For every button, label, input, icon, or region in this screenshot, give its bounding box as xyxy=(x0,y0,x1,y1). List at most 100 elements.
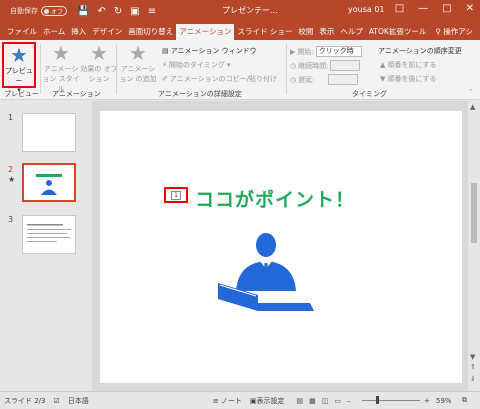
undo-icon[interactable]: ↶ xyxy=(97,6,105,17)
effect-options-button[interactable]: ★ 効果の オプション xyxy=(80,42,118,84)
customize-quick-access-icon[interactable]: ≡ xyxy=(148,6,156,17)
slide-number: 3 xyxy=(8,215,14,224)
add-animation-label: アニメーション の追加 xyxy=(119,65,157,83)
start-select[interactable]: クリック時 xyxy=(315,46,362,57)
brush-icon: ✐ xyxy=(162,75,168,83)
zoom-level[interactable]: 59% xyxy=(436,397,452,405)
slide-thumbnail-3[interactable] xyxy=(22,215,76,254)
tab-help[interactable]: ヘルプ xyxy=(337,24,366,40)
scroll-up-icon[interactable]: ▲ xyxy=(470,103,475,111)
start-setting: ▶ 開始: クリック時 xyxy=(290,46,362,57)
autosave-toggle[interactable]: オフ xyxy=(41,6,67,16)
slide-thumbnail-1[interactable] xyxy=(22,113,76,152)
vertical-scrollbar[interactable]: ▲ ▼ ⇑ ⇓ xyxy=(468,101,480,391)
slide-number: 2 xyxy=(8,165,14,174)
fit-to-window-icon[interactable]: ⧉ xyxy=(462,396,467,405)
autosave[interactable]: 自動保存 オフ xyxy=(10,6,67,16)
document-title: プレゼンテー... xyxy=(222,6,278,15)
trigger-button[interactable]: ⚡ 開始のタイミング ▾ xyxy=(162,60,230,70)
zoom-out-icon[interactable]: – xyxy=(347,397,351,405)
businessman-laptop-illustration[interactable] xyxy=(218,233,314,311)
slide-info: スライド 2/3 xyxy=(4,396,46,405)
animation-order-tag[interactable]: 1 xyxy=(164,187,188,203)
minimize-icon[interactable]: — xyxy=(418,3,428,14)
animation-style-button[interactable]: ★ アニメーション スタイル xyxy=(42,42,80,94)
tab-insert[interactable]: 挿入 xyxy=(68,24,89,40)
display-settings-button[interactable]: ▣表示設定 xyxy=(250,396,285,406)
collapse-ribbon-icon[interactable]: ⌃ xyxy=(468,88,474,96)
tab-review[interactable]: 校閲 xyxy=(295,24,316,40)
search-icon: ⚲ xyxy=(435,27,441,36)
tell-me-search[interactable]: ⚲ 操作アシ xyxy=(435,24,473,40)
save-icon[interactable]: 💾 xyxy=(77,6,89,17)
move-later-button[interactable]: ▼ 順番を後にする xyxy=(380,74,436,84)
slide-thumbnails-pane: 1 2 ★ 3 xyxy=(0,101,92,391)
normal-view-icon[interactable]: ▤ xyxy=(297,397,304,405)
notes-icon: ≡ xyxy=(212,396,219,405)
tab-file[interactable]: ファイル xyxy=(4,24,40,40)
move-earlier-button[interactable]: ▲ 順番を前にする xyxy=(380,60,436,70)
play-icon: ▶ xyxy=(290,47,296,56)
arrow-down-icon: ▼ xyxy=(380,75,386,83)
group-label-preview: プレビュー xyxy=(4,90,39,98)
preview-button[interactable]: ★ プレビュー ▾ xyxy=(2,42,36,94)
animation-marker-icon: ★ xyxy=(8,175,16,184)
notes-button[interactable]: ≡ ノート xyxy=(213,396,242,406)
autosave-state: オフ xyxy=(51,8,64,16)
star-icon: ★ xyxy=(10,43,28,67)
animation-pane-icon: ▤ xyxy=(162,47,169,55)
autosave-label: 自動保存 xyxy=(10,7,38,15)
slideshow-view-icon[interactable]: ▭ xyxy=(334,397,341,405)
animation-order-number: 1 xyxy=(171,190,181,200)
reorder-title: アニメーションの順序変更 xyxy=(378,47,462,55)
ribbon-tabs: ファイル ホーム 挿入 デザイン 画面切り替え アニメーション スライド ショー… xyxy=(0,22,480,40)
animation-painter-button[interactable]: ✐ アニメーションのコピー/貼り付け xyxy=(162,74,277,84)
tab-home[interactable]: ホーム xyxy=(40,24,68,40)
slide-canvas[interactable]: 1 ココがポイント！ xyxy=(100,111,462,383)
user-name[interactable]: yousa 01 xyxy=(348,5,385,14)
star-icon: ★ xyxy=(52,41,70,65)
tab-view[interactable]: 表示 xyxy=(316,24,337,40)
add-animation-button[interactable]: ★ アニメーション の追加 xyxy=(118,42,158,84)
present-icon[interactable]: ▣ xyxy=(130,6,139,17)
ribbon-display-options-icon[interactable]: □ xyxy=(395,3,404,14)
slide-sorter-icon[interactable]: ▦ xyxy=(309,397,316,405)
accessibility-icon[interactable]: ☑ xyxy=(54,397,60,405)
preview-label: プレビュー xyxy=(5,67,33,85)
arrow-up-icon: ▲ xyxy=(380,61,386,69)
delay-setting: ◷ 遅延: xyxy=(290,74,359,85)
zoom-in-icon[interactable]: + xyxy=(424,397,430,405)
tab-design[interactable]: デザイン xyxy=(89,24,125,40)
status-bar: スライド 2/3 ☑ 日本語 ≡ ノート ▣表示設定 ▤ ▦ ◫ ▭ – + 5… xyxy=(0,391,480,409)
ribbon: ★ プレビュー ▾ ★ アニメーション スタイル ★ 効果の オプション ★ ア… xyxy=(0,40,480,100)
zoom-knob[interactable] xyxy=(376,396,380,404)
scroll-down-icon[interactable]: ▼ xyxy=(470,353,475,361)
slide-title[interactable]: ココがポイント！ xyxy=(195,185,355,212)
previous-slide-icon[interactable]: ⇑ xyxy=(470,363,476,371)
star-icon: ★ xyxy=(90,41,108,65)
clock-icon: ◷ xyxy=(290,75,297,84)
chevron-down-icon: ▾ xyxy=(226,61,231,69)
group-label-animation: アニメーション xyxy=(52,90,101,98)
duration-field[interactable] xyxy=(330,60,361,71)
zoom-slider[interactable] xyxy=(362,396,420,404)
tab-atok[interactable]: ATOK拡張ツール xyxy=(366,24,429,40)
delay-field[interactable] xyxy=(328,74,359,85)
scroll-thumb[interactable] xyxy=(471,183,477,243)
add-star-icon: ★ xyxy=(129,41,147,65)
tab-animations[interactable]: アニメーション xyxy=(176,24,235,40)
reading-view-icon[interactable]: ◫ xyxy=(322,397,329,405)
slide-thumbnail-2[interactable] xyxy=(22,163,76,202)
animation-window-button[interactable]: ▤ アニメーション ウィンドウ xyxy=(162,46,257,56)
language[interactable]: 日本語 xyxy=(68,396,89,406)
tab-transitions[interactable]: 画面切り替え xyxy=(125,24,176,40)
monitor-icon: ▣ xyxy=(249,396,257,405)
effect-options-label: 効果の オプション xyxy=(80,65,118,83)
close-icon[interactable]: ✕ xyxy=(466,3,474,14)
next-slide-icon[interactable]: ⇓ xyxy=(470,375,476,383)
redo-icon[interactable]: ↻ xyxy=(114,6,122,17)
slide-editor: 1 ココがポイント！ xyxy=(92,101,468,391)
maximize-icon[interactable]: □ xyxy=(442,3,451,14)
group-label-advanced: アニメーションの詳細設定 xyxy=(158,90,242,98)
tab-slideshow[interactable]: スライド ショー xyxy=(234,24,295,40)
